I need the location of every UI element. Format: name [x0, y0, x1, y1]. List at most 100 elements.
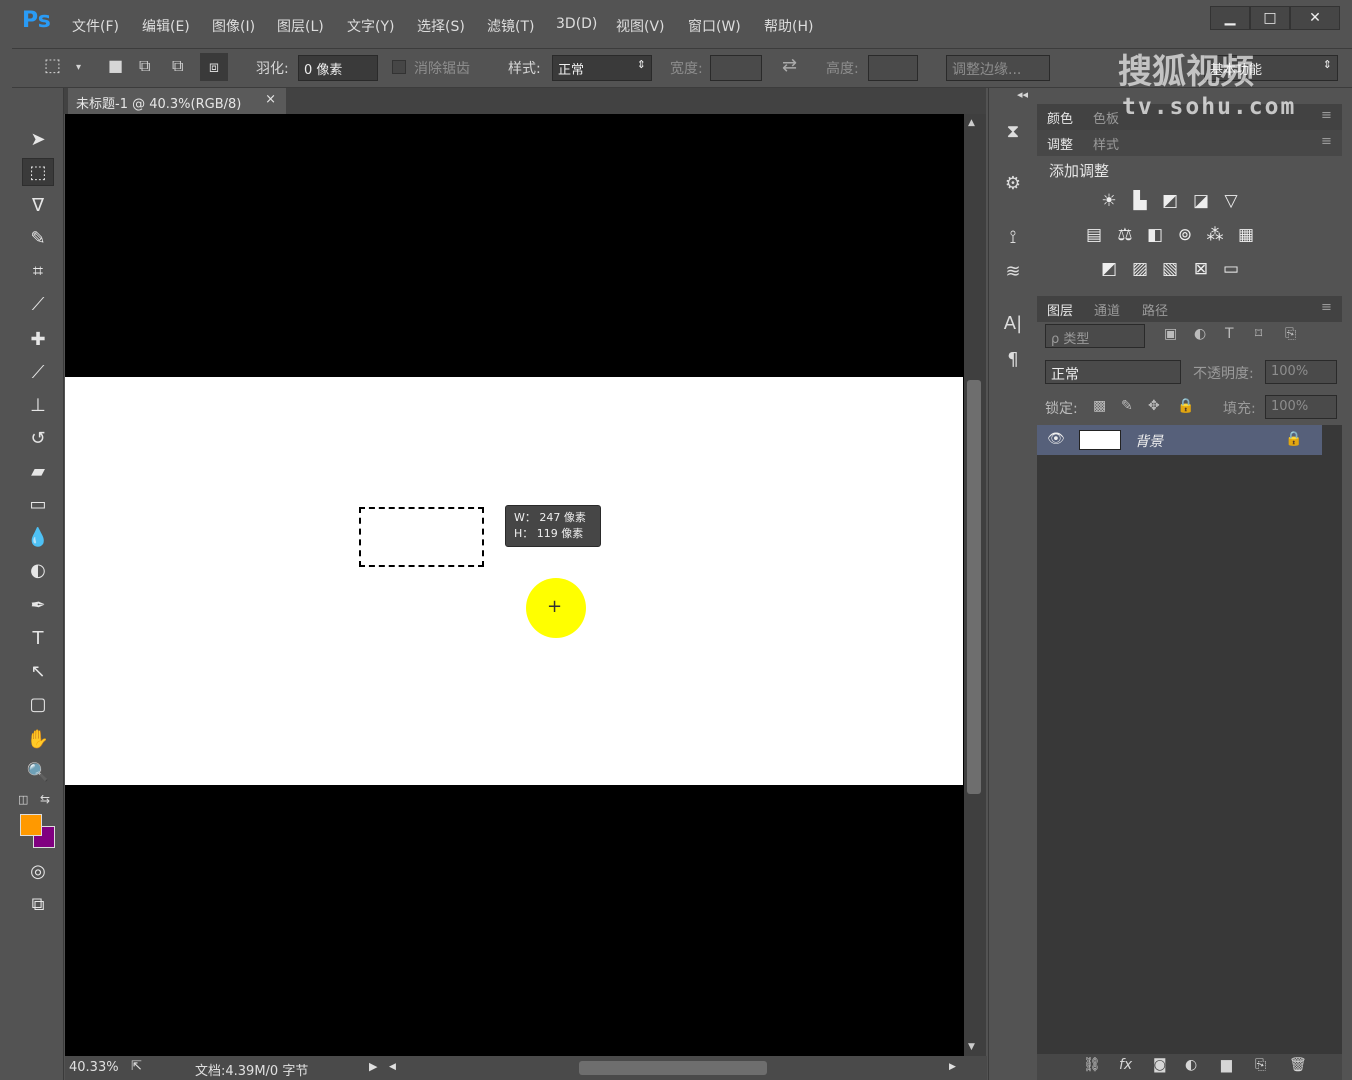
new-selection-icon[interactable]: ■	[108, 56, 123, 75]
refine-edge-button[interactable]: 调整边缘...	[946, 55, 1050, 81]
panel-menu-icon[interactable]: ≡	[1321, 134, 1332, 149]
tab-styles[interactable]: 样式	[1093, 134, 1119, 153]
export-icon[interactable]: ⇱	[131, 1059, 142, 1074]
scroll-down-icon[interactable]: ▼	[968, 1042, 975, 1052]
lock-pixels-icon[interactable]: ✎	[1121, 398, 1133, 414]
posterize-icon[interactable]: ▨	[1128, 257, 1152, 281]
menu-layer[interactable]: 图层(L)	[277, 16, 324, 36]
history-brush-tool-icon[interactable]: ↺	[22, 425, 54, 453]
tab-color[interactable]: 颜色	[1047, 108, 1073, 127]
gradient-tool-icon[interactable]: ▭	[22, 491, 54, 519]
filter-type-icon[interactable]: T	[1225, 326, 1234, 342]
selection-marquee[interactable]	[359, 507, 484, 567]
black-white-icon[interactable]: ◧	[1143, 223, 1167, 247]
dodge-tool-icon[interactable]: ◐	[22, 557, 54, 585]
scroll-left-icon[interactable]: ◀	[389, 1062, 396, 1072]
screen-mode-icon[interactable]: ⧉	[22, 891, 54, 919]
height-input[interactable]	[868, 55, 918, 81]
healing-brush-tool-icon[interactable]: ✚	[22, 326, 54, 354]
menu-edit[interactable]: 编辑(E)	[142, 16, 190, 36]
collapse-icon[interactable]: ◂◂	[1017, 88, 1028, 101]
eraser-tool-icon[interactable]: ▰	[22, 458, 54, 486]
layer-row[interactable]: 👁 背景 🔒	[1037, 425, 1322, 455]
maximize-button[interactable]: □	[1250, 6, 1290, 30]
selective-color-icon[interactable]: ⊠	[1189, 257, 1213, 281]
visibility-eye-icon[interactable]: 👁	[1047, 431, 1065, 447]
menu-image[interactable]: 图像(I)	[212, 16, 255, 36]
filter-smart-object-icon[interactable]: ⎘	[1285, 326, 1296, 342]
color-balance-icon[interactable]: ⚖	[1113, 223, 1137, 247]
tab-adjustments[interactable]: 调整	[1047, 134, 1073, 153]
filter-adjustment-icon[interactable]: ◐	[1194, 326, 1206, 342]
lock-position-icon[interactable]: ✥	[1148, 398, 1160, 414]
eyedropper-tool-icon[interactable]: ⟋	[22, 291, 54, 319]
style-select[interactable]: 正常 ⇕	[552, 55, 652, 81]
stamp-tool-icon[interactable]: ⊥	[22, 392, 54, 420]
history-panel-icon[interactable]: ⧗	[999, 118, 1027, 146]
vertical-scrollbar[interactable]: ▲ ▼	[964, 114, 986, 1056]
canvas-area[interactable]: W： 247 像素 H： 119 像素 +	[65, 114, 965, 1056]
hand-tool-icon[interactable]: ✋	[22, 726, 54, 754]
filter-pixel-icon[interactable]: ▣	[1164, 326, 1177, 342]
gradient-map-icon[interactable]: ▭	[1219, 257, 1243, 281]
layer-filter-select[interactable]: ρ 类型	[1045, 324, 1145, 348]
layer-name[interactable]: 背景	[1135, 431, 1163, 451]
lock-all-icon[interactable]: 🔒	[1177, 398, 1194, 414]
menu-window[interactable]: 窗口(W)	[688, 16, 741, 36]
new-adjustment-icon[interactable]: ◐	[1185, 1057, 1197, 1073]
scroll-thumb[interactable]	[967, 380, 981, 794]
default-colors-icon[interactable]: ◫	[18, 793, 28, 806]
fill-input[interactable]: 100%	[1265, 395, 1337, 419]
status-menu-icon[interactable]: ▶	[369, 1060, 377, 1073]
swap-colors-icon[interactable]: ⇆	[40, 792, 50, 806]
close-button[interactable]: ✕	[1290, 6, 1340, 30]
subtract-selection-icon[interactable]: ⧉	[172, 56, 183, 76]
rect-marquee-preset-icon[interactable]: ⬚	[44, 55, 61, 76]
zoom-level[interactable]: 40.33%	[69, 1060, 119, 1075]
intersect-selection-icon[interactable]: ⧈	[200, 53, 228, 81]
quick-mask-icon[interactable]: ◎	[22, 858, 54, 886]
blur-tool-icon[interactable]: 💧	[22, 524, 54, 552]
channel-mixer-icon[interactable]: ⁂	[1203, 223, 1227, 247]
shape-tool-icon[interactable]: ▢	[22, 691, 54, 719]
antialias-checkbox[interactable]	[392, 60, 406, 74]
tab-swatches[interactable]: 色板	[1093, 108, 1119, 127]
panel-menu-icon[interactable]: ≡	[1321, 300, 1332, 315]
type-tool-icon[interactable]: T	[22, 625, 54, 653]
invert-icon[interactable]: ◩	[1097, 257, 1121, 281]
properties-panel-icon[interactable]: ⚙	[999, 170, 1027, 198]
lasso-tool-icon[interactable]: ᐁ	[22, 192, 54, 220]
menu-help[interactable]: 帮助(H)	[764, 16, 813, 36]
curves-icon[interactable]: ◩	[1158, 189, 1182, 213]
link-layers-icon[interactable]: ⛓	[1083, 1057, 1101, 1073]
menu-file[interactable]: 文件(F)	[72, 16, 119, 36]
threshold-icon[interactable]: ▧	[1158, 257, 1182, 281]
menu-filter[interactable]: 滤镜(T)	[487, 16, 534, 36]
document-canvas[interactable]: W： 247 像素 H： 119 像素 +	[65, 377, 963, 785]
add-mask-icon[interactable]: ◙	[1153, 1057, 1167, 1073]
vibrance-icon[interactable]: ▽	[1219, 189, 1243, 213]
tab-layers[interactable]: 图层	[1047, 300, 1073, 319]
move-tool-icon[interactable]: ➤	[22, 126, 54, 154]
width-input[interactable]	[710, 55, 762, 81]
trash-icon[interactable]: 🗑	[1289, 1057, 1307, 1073]
brightness-icon[interactable]: ☀	[1097, 189, 1121, 213]
character-panel-icon[interactable]: A|	[999, 310, 1027, 338]
pen-tool-icon[interactable]: ✒	[22, 592, 54, 620]
brush-presets-icon[interactable]: ≋	[999, 258, 1027, 286]
lock-transparent-icon[interactable]: ▩	[1093, 398, 1106, 414]
blend-mode-select[interactable]: 正常	[1045, 360, 1181, 384]
opacity-input[interactable]: 100%	[1265, 360, 1337, 384]
document-tab[interactable]: 未标题-1 @ 40.3%(RGB/8) ×	[68, 88, 286, 114]
quick-select-tool-icon[interactable]: ✎	[22, 225, 54, 253]
scroll-right-icon[interactable]: ▶	[949, 1062, 956, 1072]
swap-icon[interactable]: ⇄	[782, 55, 797, 76]
tab-close-icon[interactable]: ×	[265, 92, 276, 107]
brush-panel-icon[interactable]: ⟟	[999, 224, 1027, 252]
tab-channels[interactable]: 通道	[1094, 300, 1120, 319]
horizontal-scroll-thumb[interactable]	[579, 1061, 767, 1075]
scroll-up-icon[interactable]: ▲	[968, 118, 975, 128]
minimize-button[interactable]: ▁	[1210, 6, 1250, 30]
feather-input[interactable]: 0 像素	[298, 55, 378, 81]
panel-menu-icon[interactable]: ≡	[1321, 108, 1332, 123]
